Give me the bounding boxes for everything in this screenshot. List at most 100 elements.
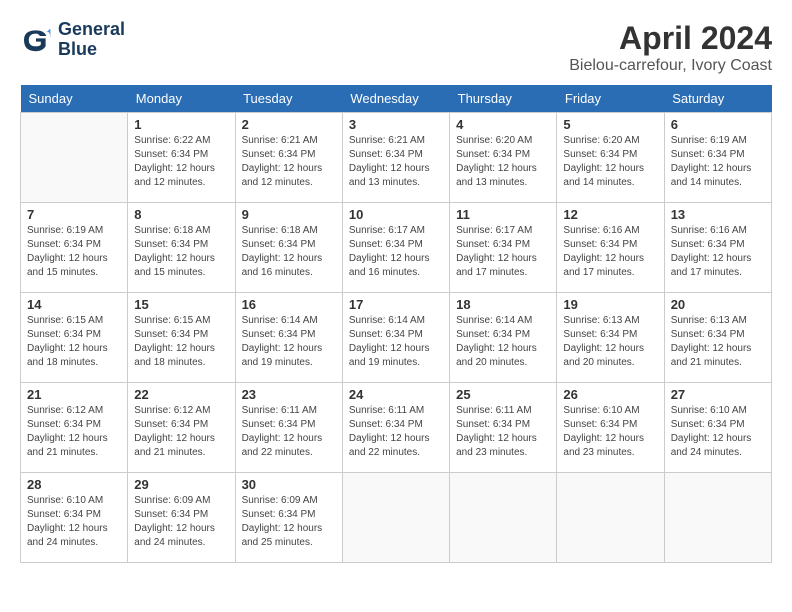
calendar-cell: 25Sunrise: 6:11 AM Sunset: 6:34 PM Dayli… bbox=[450, 383, 557, 473]
page-header: General Blue April 2024 Bielou-carrefour… bbox=[20, 20, 772, 75]
day-number: 7 bbox=[27, 207, 121, 222]
calendar-cell: 8 Sunrise: 6:18 AM Sunset: 6:34 PM Daylig… bbox=[128, 203, 235, 293]
day-number: 23 bbox=[242, 387, 336, 402]
day-info: Sunrise: 6:21 AM Sunset: 6:34 PM Dayligh… bbox=[349, 134, 443, 190]
calendar-cell: 23 Sunrise: 6:11 AM Sunset: 6:34 PM Dayli… bbox=[235, 383, 342, 473]
header-thursday: Thursday bbox=[450, 85, 557, 113]
calendar-cell: 3 Sunrise: 6:21 AM Sunset: 6:34 PM Daylig… bbox=[342, 113, 449, 203]
calendar-week-row: 7 Sunrise: 6:19 AM Sunset: 6:34 PM Daylig… bbox=[21, 203, 772, 293]
day-info: Sunrise: 6:22 AM Sunset: 6:34 PM Dayligh… bbox=[134, 134, 228, 190]
calendar-cell: 21Sunrise: 6:12 AM Sunset: 6:34 PM Dayli… bbox=[21, 383, 128, 473]
day-info: Sunrise: 6:16 AM Sunset: 6:34 PM Dayligh… bbox=[671, 224, 765, 280]
calendar-cell bbox=[664, 473, 771, 563]
day-number: 11 bbox=[456, 207, 550, 222]
day-number: 17 bbox=[349, 297, 443, 312]
calendar-cell: 6 Sunrise: 6:19 AM Sunset: 6:34 PM Daylig… bbox=[664, 113, 771, 203]
calendar-cell: 19 Sunrise: 6:13 AM Sunset: 6:34 PM Dayli… bbox=[557, 293, 664, 383]
calendar-cell: 11 Sunrise: 6:17 AM Sunset: 6:34 PM Dayli… bbox=[450, 203, 557, 293]
calendar-cell: 9 Sunrise: 6:18 AM Sunset: 6:34 PM Daylig… bbox=[235, 203, 342, 293]
day-info: Sunrise: 6:15 AM Sunset: 6:34 PM Dayligh… bbox=[134, 314, 228, 370]
day-number: 15 bbox=[134, 297, 228, 312]
logo-line1: General bbox=[58, 20, 125, 40]
header-friday: Friday bbox=[557, 85, 664, 113]
day-info: Sunrise: 6:18 AM Sunset: 6:34 PM Dayligh… bbox=[134, 224, 228, 280]
day-info: Sunrise: 6:11 AM Sunset: 6:34 PM Dayligh… bbox=[349, 404, 443, 460]
day-number: 3 bbox=[349, 117, 443, 132]
calendar-cell: 15 Sunrise: 6:15 AM Sunset: 6:34 PM Dayli… bbox=[128, 293, 235, 383]
day-number: 1 bbox=[134, 117, 228, 132]
day-number: 2 bbox=[242, 117, 336, 132]
calendar-week-row: 21Sunrise: 6:12 AM Sunset: 6:34 PM Dayli… bbox=[21, 383, 772, 473]
calendar-cell: 4 Sunrise: 6:20 AM Sunset: 6:34 PM Daylig… bbox=[450, 113, 557, 203]
day-number: 9 bbox=[242, 207, 336, 222]
calendar-cell: 12 Sunrise: 6:16 AM Sunset: 6:34 PM Dayli… bbox=[557, 203, 664, 293]
calendar-cell: 10 Sunrise: 6:17 AM Sunset: 6:34 PM Dayli… bbox=[342, 203, 449, 293]
title-area: April 2024 Bielou-carrefour, Ivory Coast bbox=[569, 20, 772, 75]
day-info: Sunrise: 6:20 AM Sunset: 6:34 PM Dayligh… bbox=[456, 134, 550, 190]
calendar-week-row: 1 Sunrise: 6:22 AM Sunset: 6:34 PM Daylig… bbox=[21, 113, 772, 203]
day-number: 24 bbox=[349, 387, 443, 402]
day-number: 4 bbox=[456, 117, 550, 132]
day-number: 28 bbox=[27, 477, 121, 492]
header-tuesday: Tuesday bbox=[235, 85, 342, 113]
day-info: Sunrise: 6:17 AM Sunset: 6:34 PM Dayligh… bbox=[456, 224, 550, 280]
day-number: 16 bbox=[242, 297, 336, 312]
calendar-table: Sunday Monday Tuesday Wednesday Thursday… bbox=[20, 85, 772, 563]
day-info: Sunrise: 6:13 AM Sunset: 6:34 PM Dayligh… bbox=[563, 314, 657, 370]
day-info: Sunrise: 6:16 AM Sunset: 6:34 PM Dayligh… bbox=[563, 224, 657, 280]
calendar-cell bbox=[342, 473, 449, 563]
day-number: 8 bbox=[134, 207, 228, 222]
day-number: 20 bbox=[671, 297, 765, 312]
day-info: Sunrise: 6:21 AM Sunset: 6:34 PM Dayligh… bbox=[242, 134, 336, 190]
calendar-cell: 27Sunrise: 6:10 AM Sunset: 6:34 PM Dayli… bbox=[664, 383, 771, 473]
day-info: Sunrise: 6:09 AM Sunset: 6:34 PM Dayligh… bbox=[134, 494, 228, 550]
day-number: 19 bbox=[563, 297, 657, 312]
calendar-cell bbox=[21, 113, 128, 203]
calendar-cell bbox=[557, 473, 664, 563]
calendar-cell: 5Sunrise: 6:20 AM Sunset: 6:34 PM Daylig… bbox=[557, 113, 664, 203]
calendar-cell: 16Sunrise: 6:14 AM Sunset: 6:34 PM Dayli… bbox=[235, 293, 342, 383]
day-info: Sunrise: 6:13 AM Sunset: 6:34 PM Dayligh… bbox=[671, 314, 765, 370]
day-info: Sunrise: 6:18 AM Sunset: 6:34 PM Dayligh… bbox=[242, 224, 336, 280]
calendar-cell: 7 Sunrise: 6:19 AM Sunset: 6:34 PM Daylig… bbox=[21, 203, 128, 293]
day-info: Sunrise: 6:20 AM Sunset: 6:34 PM Dayligh… bbox=[563, 134, 657, 190]
calendar-cell: 22Sunrise: 6:12 AM Sunset: 6:34 PM Dayli… bbox=[128, 383, 235, 473]
day-info: Sunrise: 6:11 AM Sunset: 6:34 PM Dayligh… bbox=[242, 404, 336, 460]
logo-icon bbox=[20, 24, 52, 56]
day-number: 10 bbox=[349, 207, 443, 222]
calendar-cell bbox=[450, 473, 557, 563]
calendar-cell: 28Sunrise: 6:10 AM Sunset: 6:34 PM Dayli… bbox=[21, 473, 128, 563]
calendar-cell: 14Sunrise: 6:15 AM Sunset: 6:34 PM Dayli… bbox=[21, 293, 128, 383]
calendar-cell: 30 Sunrise: 6:09 AM Sunset: 6:34 PM Dayli… bbox=[235, 473, 342, 563]
day-number: 30 bbox=[242, 477, 336, 492]
day-number: 18 bbox=[456, 297, 550, 312]
day-info: Sunrise: 6:14 AM Sunset: 6:34 PM Dayligh… bbox=[349, 314, 443, 370]
day-number: 12 bbox=[563, 207, 657, 222]
header-sunday: Sunday bbox=[21, 85, 128, 113]
calendar-week-row: 14 Sunrise: 6:15 AM Sunset: 6:34 PM Dayli… bbox=[21, 293, 772, 383]
day-number: 29 bbox=[134, 477, 228, 492]
calendar-cell: 1 Sunrise: 6:22 AM Sunset: 6:34 PM Daylig… bbox=[128, 113, 235, 203]
calendar-week-row: 28Sunrise: 6:10 AM Sunset: 6:34 PM Dayli… bbox=[21, 473, 772, 563]
logo: General Blue bbox=[20, 20, 125, 60]
calendar-cell: 13Sunrise: 6:16 AM Sunset: 6:34 PM Dayli… bbox=[664, 203, 771, 293]
calendar-cell: 26Sunrise: 6:10 AM Sunset: 6:34 PM Dayli… bbox=[557, 383, 664, 473]
calendar-header-row: Sunday Monday Tuesday Wednesday Thursday… bbox=[21, 85, 772, 113]
location-title: Bielou-carrefour, Ivory Coast bbox=[569, 57, 772, 75]
day-info: Sunrise: 6:10 AM Sunset: 6:34 PM Dayligh… bbox=[671, 404, 765, 460]
day-number: 26 bbox=[563, 387, 657, 402]
calendar-cell: 2 Sunrise: 6:21 AM Sunset: 6:34 PM Daylig… bbox=[235, 113, 342, 203]
header-monday: Monday bbox=[128, 85, 235, 113]
logo-text: General Blue bbox=[58, 20, 125, 60]
day-info: Sunrise: 6:19 AM Sunset: 6:34 PM Dayligh… bbox=[27, 224, 121, 280]
day-number: 14 bbox=[27, 297, 121, 312]
day-number: 22 bbox=[134, 387, 228, 402]
day-number: 6 bbox=[671, 117, 765, 132]
day-info: Sunrise: 6:19 AM Sunset: 6:34 PM Dayligh… bbox=[671, 134, 765, 190]
calendar-cell: 29 Sunrise: 6:09 AM Sunset: 6:34 PM Dayli… bbox=[128, 473, 235, 563]
header-wednesday: Wednesday bbox=[342, 85, 449, 113]
day-info: Sunrise: 6:17 AM Sunset: 6:34 PM Dayligh… bbox=[349, 224, 443, 280]
calendar-cell: 17 Sunrise: 6:14 AM Sunset: 6:34 PM Dayli… bbox=[342, 293, 449, 383]
logo-line2: Blue bbox=[58, 40, 125, 60]
day-info: Sunrise: 6:09 AM Sunset: 6:34 PM Dayligh… bbox=[242, 494, 336, 550]
